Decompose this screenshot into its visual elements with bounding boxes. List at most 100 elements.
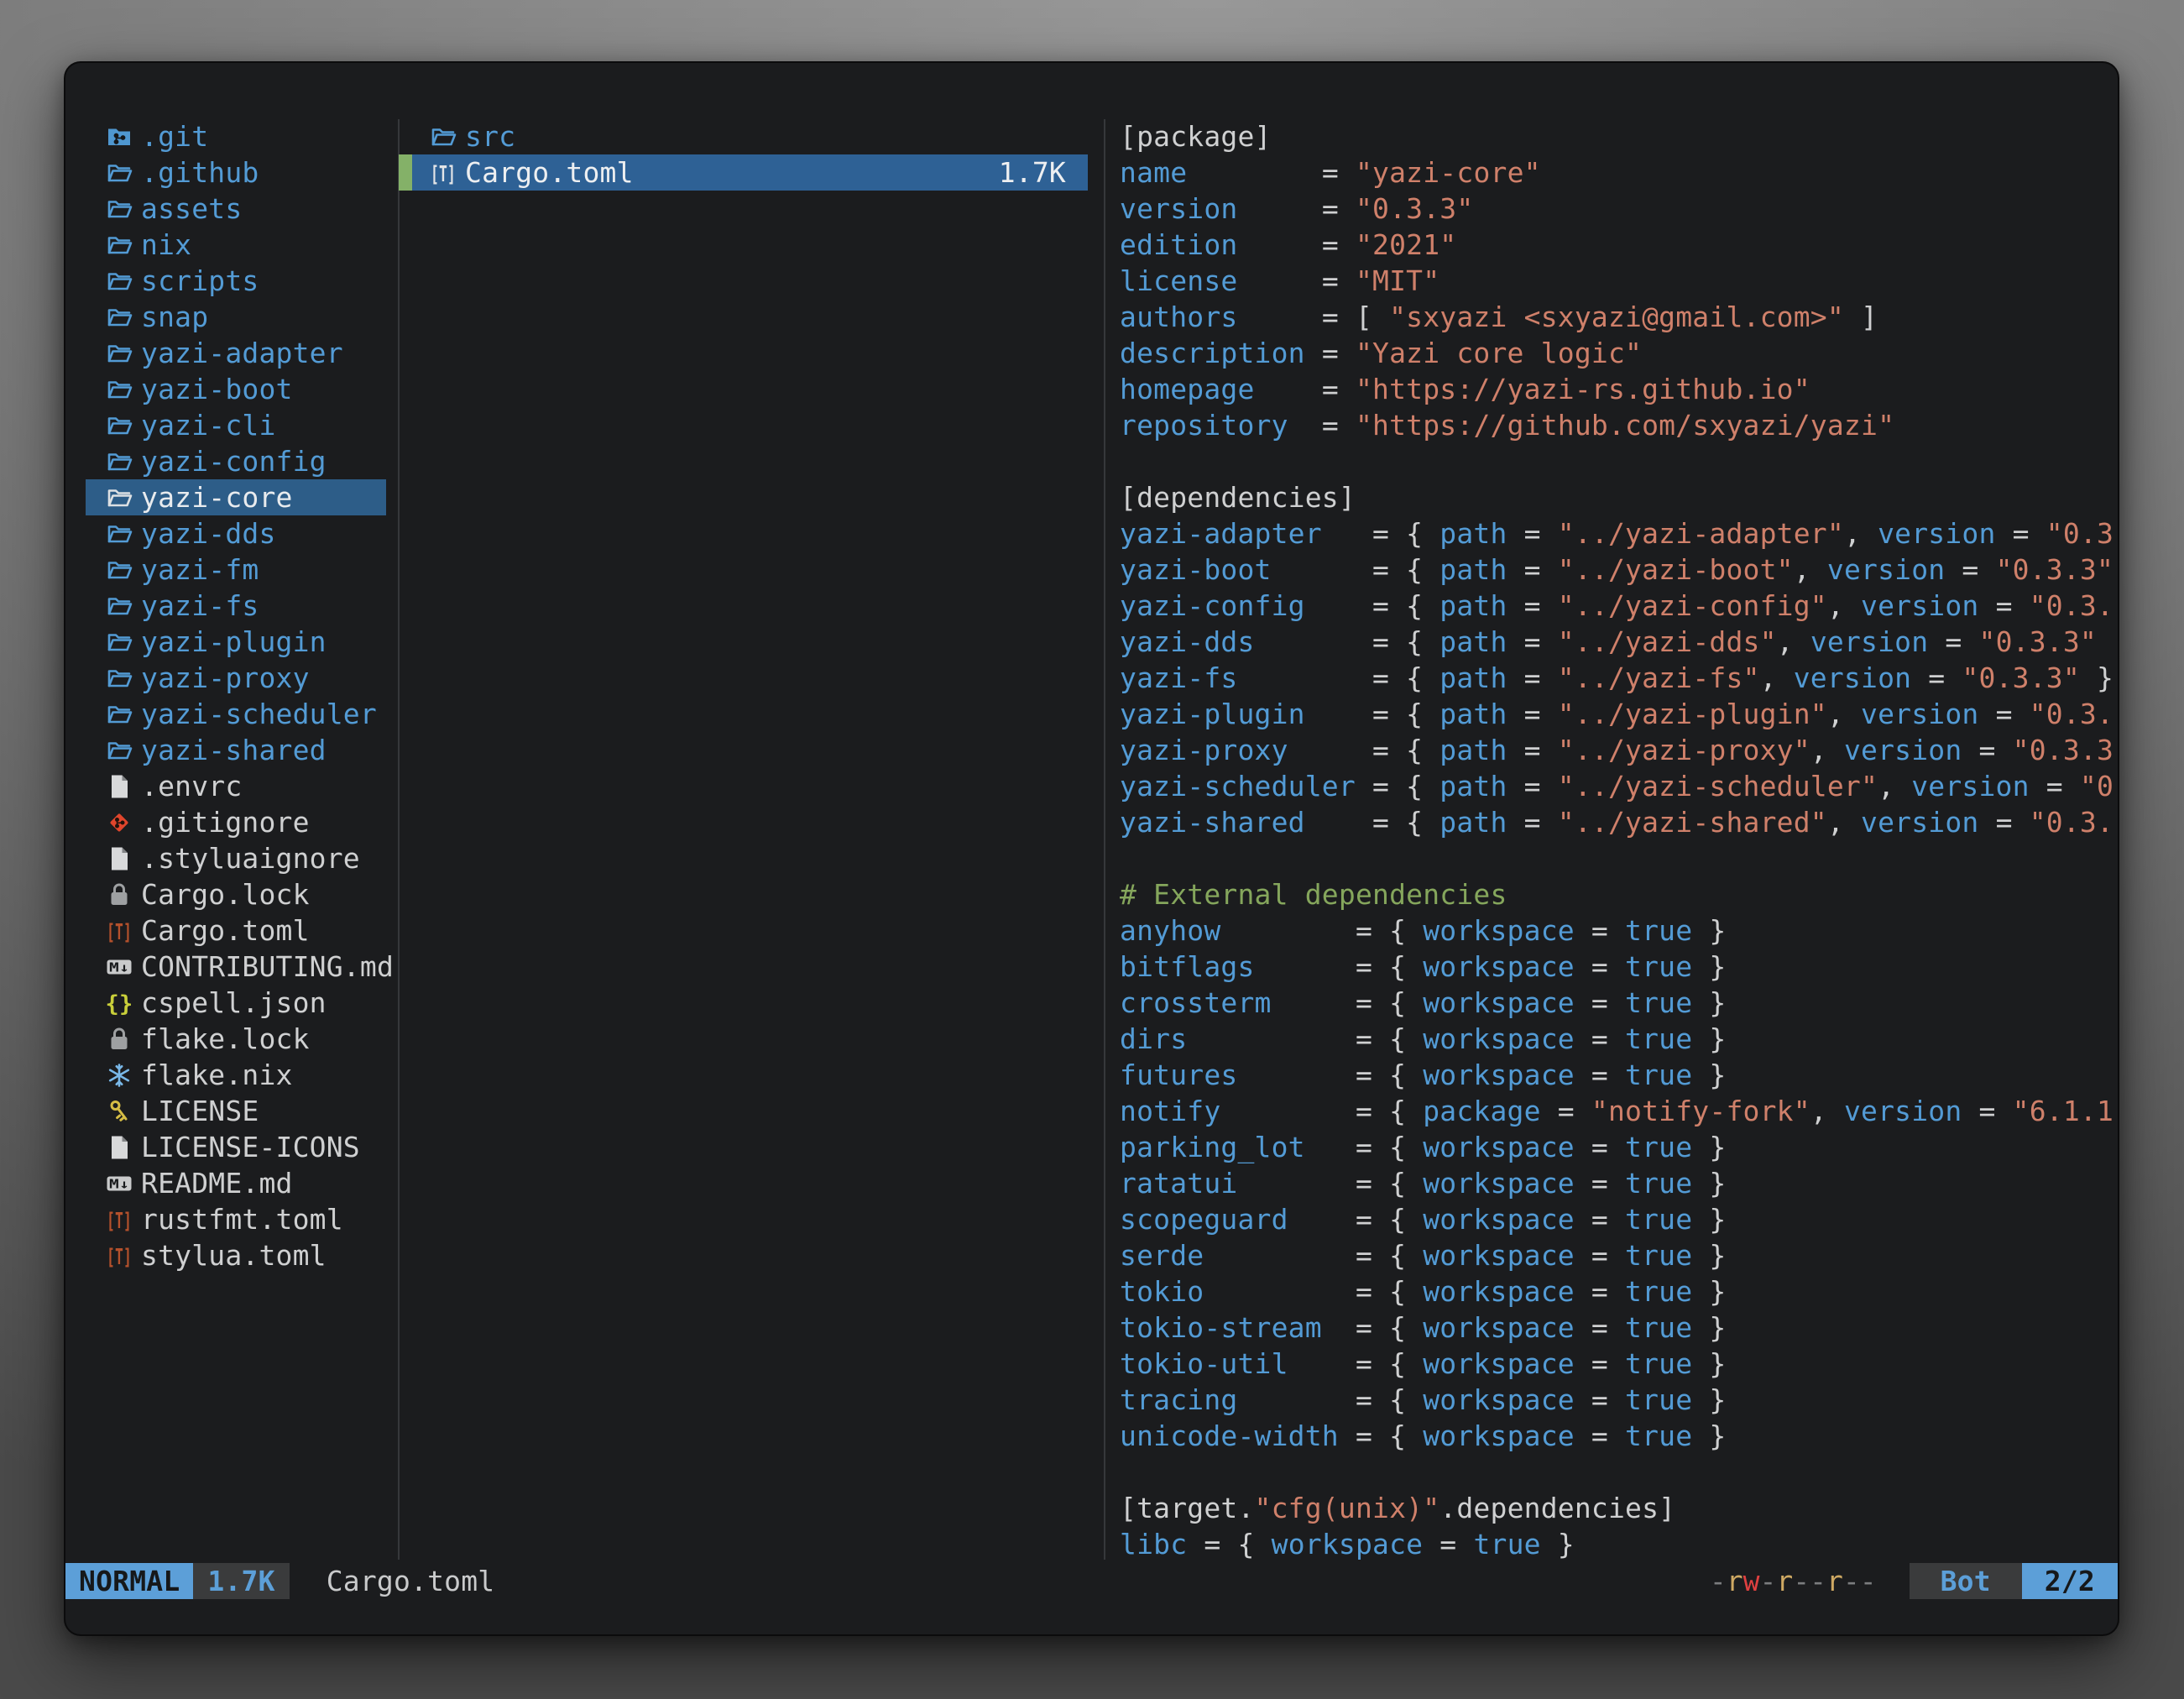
preview-line [1120, 840, 2118, 876]
row-flake.lock[interactable]: flake.lock [86, 1021, 386, 1057]
file-name: LICENSE [141, 1095, 259, 1127]
row-yazi-boot[interactable]: yazi-boot [86, 371, 386, 407]
folder-open-icon [106, 159, 133, 186]
folder-open-icon [106, 232, 133, 259]
folder-open-icon [106, 340, 133, 367]
svg-text:[T]: [T] [107, 1209, 132, 1233]
file-name: .styluaignore [141, 842, 360, 875]
preview-line: libc = { workspace = true } [1120, 1526, 2118, 1562]
preview-line: yazi-shared = { path = "../yazi-shared",… [1120, 804, 2118, 840]
file-name: stylua.toml [141, 1239, 327, 1272]
row-cspell.json[interactable]: {} cspell.json [86, 985, 386, 1021]
row-README.md[interactable]: M↓ README.md [86, 1165, 386, 1201]
pane-divider-left [398, 119, 400, 1560]
preview-line: tokio-stream = { workspace = true } [1120, 1310, 2118, 1346]
row-yazi-config[interactable]: yazi-config [86, 443, 386, 479]
row-LICENSE[interactable]: LICENSE [86, 1093, 386, 1129]
row-yazi-adapter[interactable]: yazi-adapter [86, 335, 386, 371]
row-snap[interactable]: snap [86, 299, 386, 335]
row-.envrc[interactable]: .envrc [86, 768, 386, 804]
folder-open-icon [106, 412, 133, 439]
preview-line: bitflags = { workspace = true } [1120, 949, 2118, 985]
preview-line: yazi-boot = { path = "../yazi-boot", ver… [1120, 552, 2118, 588]
row-yazi-fs[interactable]: yazi-fs [86, 588, 386, 624]
file-name: rustfmt.toml [141, 1203, 343, 1236]
row-LICENSE-ICONS[interactable]: LICENSE-ICONS [86, 1129, 386, 1165]
row-yazi-fm[interactable]: yazi-fm [86, 552, 386, 588]
row-yazi-scheduler[interactable]: yazi-scheduler [86, 696, 386, 732]
file-icon [106, 773, 133, 800]
svg-text:{}: {} [106, 991, 133, 1017]
svg-text:M↓: M↓ [109, 959, 129, 975]
toml-icon: [T] [106, 1206, 133, 1233]
row-yazi-cli[interactable]: yazi-cli [86, 407, 386, 443]
file-name: CONTRIBUTING.md [141, 950, 394, 983]
folder-open-icon [106, 665, 133, 692]
svg-text:[T]: [T] [107, 920, 132, 944]
preview-line: unicode-width = { workspace = true } [1120, 1418, 2118, 1454]
preview-line: version = "0.3.3" [1120, 191, 2118, 227]
markdown-icon: M↓ [106, 1170, 133, 1197]
preview-line: yazi-config = { path = "../yazi-config",… [1120, 588, 2118, 624]
row-src[interactable]: src [399, 118, 1088, 154]
selection-marker [399, 154, 412, 191]
row-nix[interactable]: nix [86, 227, 386, 263]
row-yazi-proxy[interactable]: yazi-proxy [86, 660, 386, 696]
folder-open-icon [106, 557, 133, 583]
folder-open-icon [430, 123, 457, 150]
row-.github[interactable]: .github [86, 154, 386, 191]
row-flake.nix[interactable]: flake.nix [86, 1057, 386, 1093]
row-CONTRIBUTING.md[interactable]: M↓ CONTRIBUTING.md [86, 949, 386, 985]
row-Cargo.toml[interactable]: [T] Cargo.toml [86, 912, 386, 949]
file-icon [106, 1134, 133, 1161]
braces-icon: {} [106, 990, 133, 1017]
desktop-background: .git .github assets nix scripts snap yaz… [0, 0, 2184, 1699]
row-rustfmt.toml[interactable]: [T] rustfmt.toml [86, 1201, 386, 1237]
preview-line: # External dependencies [1120, 876, 2118, 912]
preview-line: tokio = { workspace = true } [1120, 1273, 2118, 1310]
cursor-position: 2/2 [2022, 1563, 2118, 1599]
file-name: snap [141, 301, 208, 333]
preview-line: yazi-proxy = { path = "../yazi-proxy", v… [1120, 732, 2118, 768]
row-yazi-core[interactable]: yazi-core [86, 479, 386, 515]
row-.git[interactable]: .git [86, 118, 386, 154]
preview-line: crossterm = { workspace = true } [1120, 985, 2118, 1021]
folder-open-icon [106, 629, 133, 656]
preview-line: tokio-util = { workspace = true } [1120, 1346, 2118, 1382]
file-name: yazi-config [141, 445, 327, 478]
row-assets[interactable]: assets [86, 191, 386, 227]
snowflake-icon [106, 1062, 133, 1089]
folder-open-icon [106, 484, 133, 511]
row-.styluaignore[interactable]: .styluaignore [86, 840, 386, 876]
file-name: Cargo.lock [141, 878, 310, 911]
preview-line: edition = "2021" [1120, 227, 2118, 263]
preview-line: dirs = { workspace = true } [1120, 1021, 2118, 1057]
file-name: yazi-shared [141, 734, 327, 766]
file-name: Cargo.toml [465, 156, 634, 189]
folder-open-icon [106, 268, 133, 295]
markdown-icon: M↓ [106, 954, 133, 980]
file-name: README.md [141, 1167, 293, 1200]
folder-open-icon [106, 376, 133, 403]
row-yazi-plugin[interactable]: yazi-plugin [86, 624, 386, 660]
keys-icon [106, 1098, 133, 1125]
row-stylua.toml[interactable]: [T] stylua.toml [86, 1237, 386, 1273]
lock-icon [106, 881, 133, 908]
row-scripts[interactable]: scripts [86, 263, 386, 299]
preview-line: tracing = { workspace = true } [1120, 1382, 2118, 1418]
row-yazi-dds[interactable]: yazi-dds [86, 515, 386, 552]
svg-text:[T]: [T] [431, 162, 456, 186]
row-.gitignore[interactable]: .gitignore [86, 804, 386, 840]
row-Cargo.lock[interactable]: Cargo.lock [86, 876, 386, 912]
folder-open-icon [106, 304, 133, 331]
row-yazi-shared[interactable]: yazi-shared [86, 732, 386, 768]
file-name: src [465, 120, 515, 153]
folder-open-icon [106, 448, 133, 475]
preview-line: parking_lot = { workspace = true } [1120, 1129, 2118, 1165]
yazi-file-manager-window: .git .github assets nix scripts snap yaz… [65, 63, 2118, 1634]
file-name: yazi-fs [141, 589, 259, 622]
file-name: yazi-cli [141, 409, 276, 442]
row-Cargo.toml[interactable]: [T] Cargo.toml 1.7K [399, 154, 1088, 191]
file-size-badge: 1.7K [193, 1563, 289, 1599]
preview-line: futures = { workspace = true } [1120, 1057, 2118, 1093]
